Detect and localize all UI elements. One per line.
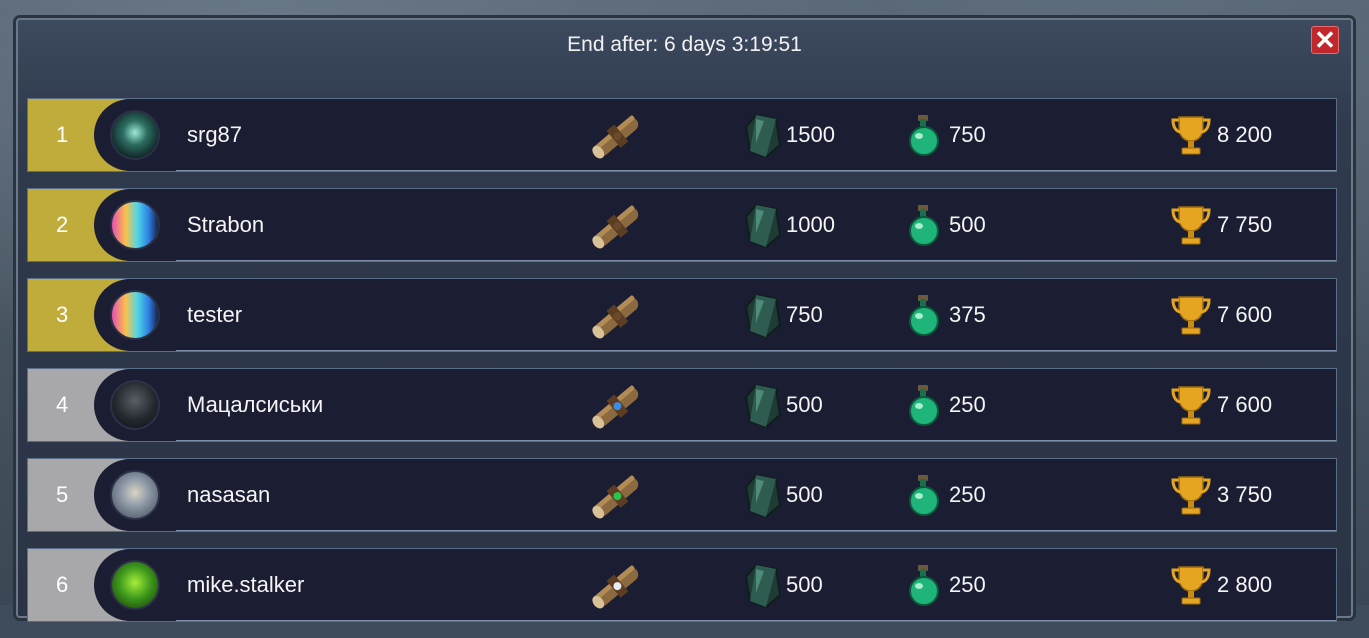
row-divider — [176, 440, 1336, 441]
trophy-count: 7 750 — [1217, 212, 1273, 237]
trophy-count: 7 600 — [1217, 302, 1273, 327]
trophy-icon — [1171, 386, 1211, 425]
crystal-count: 500 — [786, 482, 823, 507]
trophy-count: 3 750 — [1217, 482, 1273, 507]
trophy-count: 7 600 — [1217, 392, 1273, 417]
potion-icon — [909, 475, 939, 516]
potion-count: 750 — [949, 122, 986, 147]
rainbow-horse-avatar-icon[interactable] — [110, 290, 160, 340]
leaderboard-list: 1 srg87 1500 750 8 200 2 Strabon 1000 50… — [27, 98, 1337, 638]
leaderboard-row[interactable]: 3 tester 750 375 7 600 — [27, 278, 1337, 352]
crystal-icon — [744, 563, 782, 609]
scroll-icon — [592, 385, 639, 429]
scroll-icon — [592, 295, 639, 339]
rainbow-horse-avatar-icon[interactable] — [110, 200, 160, 250]
trophy-icon — [1171, 116, 1211, 155]
crystal-count: 1000 — [786, 212, 835, 237]
player-name: srg87 — [187, 122, 243, 147]
row-divider — [176, 350, 1336, 351]
scroll-icon — [592, 115, 639, 159]
potion-icon — [909, 385, 939, 426]
crystal-icon — [744, 383, 782, 429]
potion-icon — [909, 205, 939, 246]
wolf-avatar-icon[interactable] — [110, 110, 160, 160]
trophy-count: 2 800 — [1217, 572, 1273, 597]
player-name: tester — [187, 302, 243, 327]
crystal-count: 750 — [786, 302, 823, 327]
crystal-icon — [744, 203, 782, 249]
potion-count: 250 — [949, 482, 986, 507]
row-divider — [176, 170, 1336, 171]
scroll-icon — [592, 565, 639, 609]
potion-count: 250 — [949, 392, 986, 417]
crystal-count: 500 — [786, 392, 823, 417]
trophy-icon — [1171, 296, 1211, 335]
leaderboard-row[interactable]: 4 Мацалсиськи 500 250 7 600 — [27, 368, 1337, 442]
row-divider — [176, 620, 1336, 621]
dark-knight-avatar-icon[interactable] — [110, 380, 160, 430]
trophy-icon — [1171, 566, 1211, 605]
trophy-icon — [1171, 476, 1211, 515]
scroll-icon — [592, 205, 639, 249]
crystal-count: 1500 — [786, 122, 835, 147]
leaderboard-row[interactable]: 5 nasasan 500 250 3 750 — [27, 458, 1337, 532]
crystal-icon — [744, 293, 782, 339]
potion-count: 375 — [949, 302, 986, 327]
leaderboard-row[interactable]: 6 mike.stalker 500 250 2 800 — [27, 548, 1337, 622]
crystal-icon — [744, 473, 782, 519]
potion-count: 250 — [949, 572, 986, 597]
player-name: Strabon — [187, 212, 265, 237]
row-divider — [176, 530, 1336, 531]
trophy-icon — [1171, 206, 1211, 245]
player-name: mike.stalker — [187, 572, 305, 597]
potion-icon — [909, 565, 939, 606]
potion-icon — [909, 295, 939, 336]
leaderboard-row[interactable]: 2 Strabon 1000 500 7 750 — [27, 188, 1337, 262]
warrior-avatar-icon[interactable] — [110, 470, 160, 520]
leaderboard-row[interactable]: 1 srg87 1500 750 8 200 — [27, 98, 1337, 172]
row-divider — [176, 260, 1336, 261]
potion-icon — [909, 115, 939, 156]
event-timer: End after: 6 days 3:19:51 — [567, 33, 802, 56]
crystal-icon — [744, 113, 782, 159]
green-creature-avatar-icon[interactable] — [110, 560, 160, 610]
potion-count: 500 — [949, 212, 986, 237]
close-button[interactable]: ✕ — [1311, 26, 1339, 54]
trophy-count: 8 200 — [1217, 122, 1273, 147]
scroll-icon — [592, 475, 639, 519]
player-name: nasasan — [187, 482, 271, 507]
player-name: Мацалсиськи — [187, 392, 324, 417]
crystal-count: 500 — [786, 572, 823, 597]
